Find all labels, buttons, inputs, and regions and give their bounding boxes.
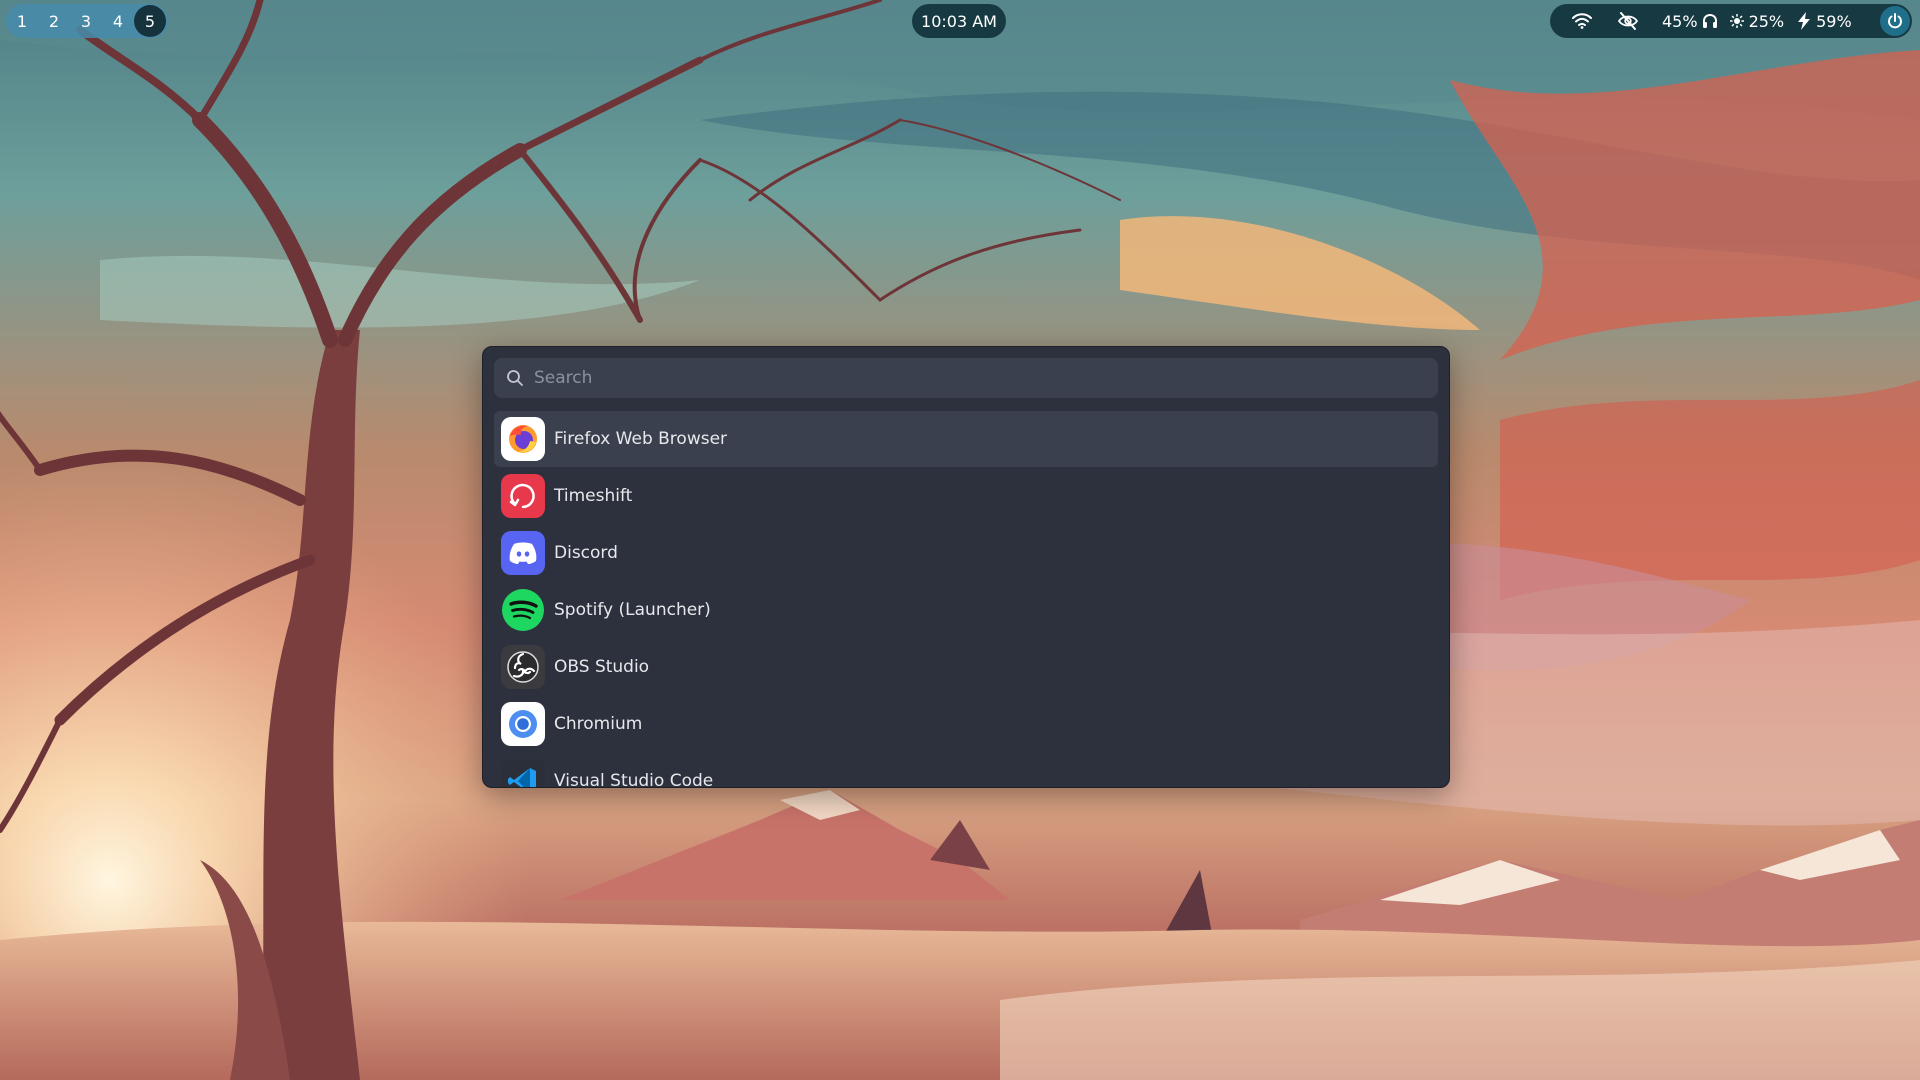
workspace-5[interactable]: 5 <box>134 5 166 37</box>
system-tray: 45% 25% 59% <box>1550 4 1912 38</box>
item-label: Firefox Web Browser <box>554 429 728 449</box>
search-input[interactable] <box>532 367 1416 389</box>
spotify-icon <box>501 588 545 632</box>
eye-off-icon[interactable] <box>1618 12 1638 30</box>
item-label: Timeshift <box>554 486 633 506</box>
workspace-4[interactable]: 4 <box>102 5 134 37</box>
search-icon <box>507 370 523 386</box>
volume-level[interactable]: 45% <box>1662 12 1698 31</box>
wifi-icon[interactable] <box>1572 13 1592 29</box>
item-label: Spotify (Launcher) <box>554 600 711 620</box>
item-label: Chromium <box>554 714 643 734</box>
firefox-icon <box>501 417 545 461</box>
bolt-icon <box>1797 12 1811 30</box>
power-icon <box>1888 13 1902 29</box>
list-item-timeshift[interactable]: Timeshift <box>494 468 1438 524</box>
power-button[interactable] <box>1880 6 1910 36</box>
list-item-spotify[interactable]: Spotify (Launcher) <box>494 582 1438 638</box>
list-item-firefox[interactable]: Firefox Web Browser <box>494 411 1438 467</box>
list-item-chromium[interactable]: Chromium <box>494 696 1438 752</box>
search-bar <box>494 358 1438 398</box>
item-label: OBS Studio <box>554 657 650 677</box>
item-label: Discord <box>554 543 618 563</box>
workspace-1[interactable]: 1 <box>6 5 38 37</box>
list-item-obs[interactable]: OBS Studio <box>494 639 1438 695</box>
app-list: Firefox Web Browser Timeshift Discord Sp… <box>494 411 1438 788</box>
app-launcher: Firefox Web Browser Timeshift <box>482 346 1450 788</box>
workspace-3[interactable]: 3 <box>70 5 102 37</box>
workspace-2[interactable]: 2 <box>38 5 70 37</box>
discord-icon <box>501 531 545 575</box>
chromium-icon <box>501 702 545 746</box>
brightness-level[interactable]: 25% <box>1749 12 1785 31</box>
item-label: Visual Studio Code <box>554 771 714 788</box>
vscode-icon <box>501 759 545 787</box>
desktop: 1 2 3 4 5 10:03 AM 45% 25% 59% Search Fi… <box>0 0 1920 1080</box>
timeshift-icon <box>501 474 545 518</box>
sun-icon <box>1729 14 1744 28</box>
list-item-discord[interactable]: Discord <box>494 525 1438 581</box>
battery-level[interactable]: 59% <box>1816 12 1852 31</box>
clock[interactable]: 10:03 AM <box>912 4 1006 38</box>
workspace-switcher: 1 2 3 4 5 <box>6 4 168 38</box>
list-item-vscode[interactable]: Visual Studio Code <box>494 753 1438 788</box>
headphones-icon <box>1702 13 1718 29</box>
obs-icon <box>501 645 545 689</box>
